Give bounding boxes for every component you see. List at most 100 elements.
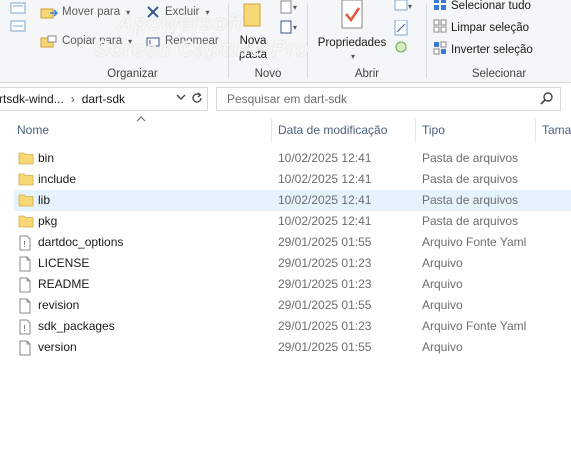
file-row[interactable]: pkg 10/02/2025 12:41 Pasta de arquivos	[14, 211, 571, 232]
file-name: dartdoc_options	[38, 235, 124, 249]
search-box[interactable]: Pesquisar em dart-sdk	[216, 87, 561, 111]
file-type: Pasta de arquivos	[422, 151, 519, 165]
file-icon	[18, 298, 32, 317]
file-modified: 29/01/2025 01:23	[278, 277, 372, 291]
address-row: rtsdk-wind... › dart-sdk Pesquisar em da…	[0, 86, 571, 112]
new-folder-label-2: pasta	[238, 49, 268, 61]
select-all-button[interactable]: Selecionar tudo	[433, 0, 531, 14]
file-modified: 29/01/2025 01:55	[278, 340, 372, 354]
file-row[interactable]: revision 29/01/2025 01:55 Arquivo	[14, 295, 571, 316]
folder-icon	[18, 214, 34, 231]
folder-icon	[18, 151, 34, 168]
refresh-button[interactable]	[187, 87, 208, 111]
organize-group-label: Organizar	[107, 68, 158, 80]
edit-icon[interactable]	[394, 19, 408, 39]
select-none-icon	[433, 19, 447, 36]
column-header-size-label: Tama	[542, 123, 571, 137]
column-header-type-label: Tipo	[422, 123, 445, 137]
file-modified: 29/01/2025 01:55	[278, 298, 372, 312]
svg-text:▾: ▾	[293, 3, 297, 12]
open-icon[interactable]: ▾	[394, 0, 414, 15]
svg-text:!: !	[23, 324, 26, 333]
properties-caret: ▾	[350, 52, 355, 61]
svg-text:!: !	[23, 240, 26, 249]
column-header-modified[interactable]: Data de modificação	[278, 118, 414, 142]
file-type: Arquivo Fonte Yaml	[422, 319, 527, 333]
address-bar[interactable]: rtsdk-wind... › dart-sdk	[0, 87, 190, 111]
copy-to-label: Copiar para	[62, 35, 123, 47]
search-icon[interactable]	[540, 91, 554, 108]
column-header-name[interactable]: Nome	[17, 118, 271, 142]
refresh-icon	[191, 91, 203, 107]
breadcrumb-current[interactable]: dart-sdk	[82, 92, 125, 106]
file-name: sdk_packages	[38, 319, 115, 333]
search-input[interactable]: Pesquisar em dart-sdk	[227, 92, 347, 106]
delete-button[interactable]: Excluir ▾	[165, 6, 210, 18]
file-name: version	[38, 340, 77, 354]
file-name: pkg	[38, 214, 58, 228]
file-row[interactable]: README 29/01/2025 01:23 Arquivo	[14, 274, 571, 295]
new-group-label: Novo	[254, 68, 282, 80]
column-header-type[interactable]: Tipo	[422, 118, 532, 142]
open-group: Propriedades ▾ ▾ Abrir	[308, 0, 426, 82]
invert-selection-icon	[433, 41, 447, 58]
file-type: Pasta de arquivos	[422, 214, 519, 228]
column-header-modified-label: Data de modificação	[278, 123, 388, 137]
file-row[interactable]: LICENSE 29/01/2025 01:23 Arquivo	[14, 253, 571, 274]
file-name: include	[38, 172, 77, 186]
breadcrumb-parent[interactable]: rtsdk-wind...	[0, 92, 64, 106]
file-modified: 29/01/2025 01:23	[278, 256, 372, 270]
history-icon[interactable]	[394, 40, 408, 57]
invert-selection-button[interactable]: Inverter seleção	[433, 41, 533, 58]
column-header-size[interactable]: Tama	[542, 118, 571, 142]
file-type: Pasta de arquivos	[422, 193, 519, 207]
column-header-name-label: Nome	[17, 123, 50, 137]
file-type: Pasta de arquivos	[422, 172, 519, 186]
invert-selection-label: Inverter seleção	[451, 43, 533, 56]
yaml-file-icon: !	[18, 319, 32, 338]
file-name: README	[38, 277, 90, 291]
new-group: Nova pasta ▾ ▾ Novo	[229, 0, 307, 82]
file-type: Arquivo	[422, 298, 463, 312]
rename-button[interactable]: Renomear	[165, 35, 219, 47]
ribbon-small-icon-1[interactable]	[10, 2, 26, 17]
file-row[interactable]: version 29/01/2025 01:55 Arquivo	[14, 337, 571, 358]
open-group-label: Abrir	[354, 68, 380, 80]
ribbon: Mover para ▾ Excluir ▾ Copiar para ▾ Renome…	[0, 0, 571, 83]
file-modified: 10/02/2025 12:41	[278, 151, 372, 165]
properties-button[interactable]: Propriedades ▾	[312, 0, 392, 64]
address-dropdown-icon[interactable]	[175, 90, 187, 107]
new-item-icon[interactable]: ▾	[279, 0, 299, 17]
file-row[interactable]: ! dartdoc_options 29/01/2025 01:55 Arquivo …	[14, 232, 571, 253]
file-row[interactable]: include 10/02/2025 12:41 Pasta de arquivos	[14, 169, 571, 190]
file-modified: 29/01/2025 01:23	[278, 319, 372, 333]
file-row[interactable]: lib 10/02/2025 12:41 Pasta de arquivos	[14, 190, 571, 211]
select-none-button[interactable]: Limpar seleção	[433, 19, 529, 36]
file-icon	[18, 340, 32, 359]
delete-label: Excluir	[165, 6, 200, 18]
file-name: LICENSE	[38, 256, 90, 270]
file-row[interactable]: ! sdk_packages 29/01/2025 01:23 Arquivo Fon…	[14, 316, 571, 337]
properties-label: Propriedades	[317, 37, 387, 49]
easy-access-icon[interactable]: ▾	[279, 20, 299, 37]
properties-icon	[340, 0, 364, 34]
ribbon-small-icon-2[interactable]	[10, 20, 26, 35]
column-divider[interactable]	[415, 118, 416, 142]
file-name: revision	[38, 298, 80, 312]
file-type: Arquivo	[422, 256, 463, 270]
rename-label: Renomear	[165, 35, 219, 47]
file-name: bin	[38, 151, 55, 165]
folder-icon	[18, 172, 34, 189]
new-folder-label-1: Nova	[239, 35, 267, 47]
file-modified: 10/02/2025 12:41	[278, 172, 372, 186]
select-none-label: Limpar seleção	[451, 21, 529, 34]
move-to-button[interactable]: Mover para ▾	[62, 6, 130, 18]
folder-icon	[18, 193, 34, 210]
file-name: lib	[38, 193, 51, 207]
copy-to-button[interactable]: Copiar para ▾	[62, 35, 132, 47]
copy-to-icon	[40, 35, 58, 52]
file-row[interactable]: bin 10/02/2025 12:41 Pasta de arquivos	[14, 148, 571, 169]
column-divider[interactable]	[535, 118, 536, 142]
new-folder-button[interactable]: Nova pasta	[233, 0, 273, 62]
column-divider[interactable]	[271, 118, 272, 142]
